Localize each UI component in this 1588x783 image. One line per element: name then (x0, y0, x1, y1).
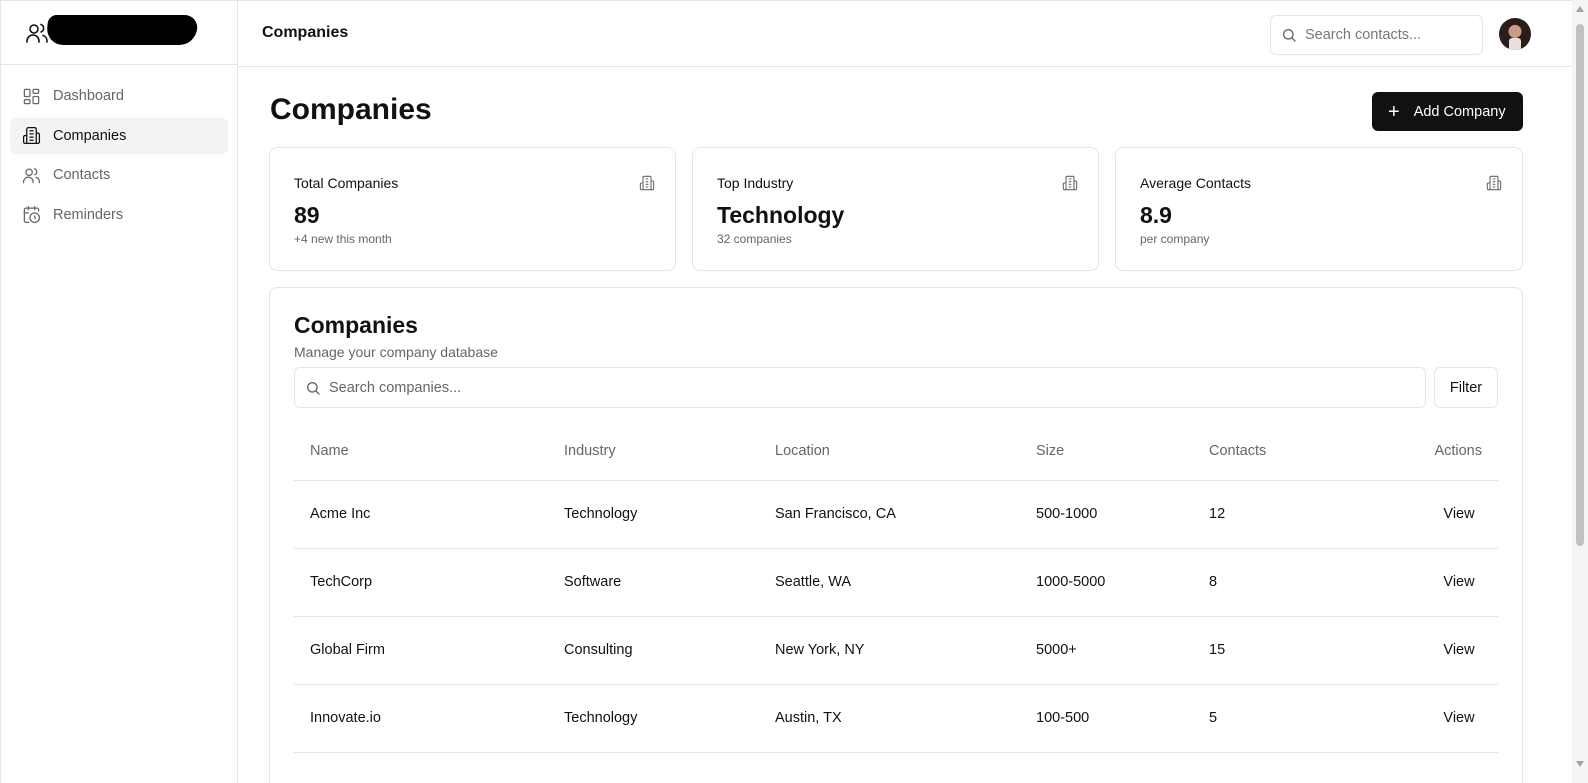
stat-subtext: +4 new this month (294, 232, 392, 246)
cell-actions: View (1343, 480, 1498, 549)
stat-value: 8.9 (1140, 202, 1172, 228)
redacted-app-name (45, 15, 199, 45)
stat-subtext: 32 companies (717, 232, 792, 246)
company-search-input[interactable] (329, 379, 1329, 396)
sidebar-item-reminders[interactable]: Reminders (10, 197, 228, 233)
page-scrollbar[interactable] (1572, 0, 1588, 783)
cell-industry: Consulting (548, 616, 759, 685)
scroll-up-arrow-icon[interactable] (1576, 6, 1584, 12)
calendar-clock-icon (23, 205, 41, 224)
topbar: Companies (238, 1, 1572, 67)
cell-size: 100-500 (1020, 684, 1193, 753)
stat-card-total-companies: Total Companies 89 +4 new this month (269, 147, 676, 271)
building-icon (22, 126, 41, 145)
cell-location: San Francisco, CA (759, 480, 1020, 549)
user-avatar[interactable] (1499, 18, 1531, 50)
column-header-name[interactable]: Name (294, 422, 548, 481)
contact-search-box[interactable] (1270, 15, 1483, 55)
cell-actions: View (1343, 548, 1498, 617)
cell-industry: Technology (548, 480, 759, 549)
sidebar-item-contacts[interactable]: Contacts (10, 157, 228, 193)
stat-label: Average Contacts (1140, 175, 1252, 191)
sidebar-item-label: Companies (53, 127, 127, 144)
add-company-label: Add Company (1413, 103, 1506, 120)
cell-actions: View (1343, 684, 1498, 753)
building-icon (1486, 175, 1502, 191)
sidebar-item-label: Dashboard (53, 88, 124, 104)
cell-size: 5000+ (1020, 616, 1193, 685)
table-row[interactable]: TechCorp Software Seattle, WA 1000-5000 … (294, 548, 1498, 617)
topbar-title: Companies (262, 24, 349, 41)
add-company-button[interactable]: + Add Company (1372, 92, 1523, 131)
column-header-contacts[interactable]: Contacts (1193, 422, 1343, 481)
stat-card-average-contacts: Average Contacts 8.9 per company (1115, 147, 1523, 271)
sidebar-header (1, 1, 237, 65)
page-title: Companies (270, 93, 432, 126)
app-window: Dashboard Companies Contacts Reminders C… (0, 0, 1572, 783)
companies-table-card: Companies Manage your company database F… (269, 287, 1523, 783)
sidebar: Dashboard Companies Contacts Reminders (0, 1, 238, 783)
building-icon (1062, 175, 1078, 191)
scrollbar-thumb[interactable] (1576, 24, 1584, 546)
view-button[interactable]: View (1436, 642, 1482, 658)
table-row[interactable]: Innovate.io Technology Austin, TX 100-50… (294, 684, 1498, 753)
cell-actions: View (1343, 616, 1498, 685)
view-button[interactable]: View (1436, 710, 1482, 726)
column-header-actions: Actions (1343, 422, 1498, 481)
stat-value: 89 (294, 202, 320, 228)
company-search-box[interactable] (294, 367, 1426, 408)
view-button[interactable]: View (1436, 506, 1482, 522)
cell-size: 1000-5000 (1020, 548, 1193, 617)
column-header-industry[interactable]: Industry (548, 422, 759, 481)
stat-value: Technology (717, 202, 845, 228)
search-icon (1283, 29, 1296, 42)
users-logo-icon (26, 23, 48, 43)
table-header-row: Name Industry Location Size Contacts Act… (294, 422, 1498, 481)
table-row[interactable]: Global Firm Consulting New York, NY 5000… (294, 616, 1498, 685)
table-row[interactable]: Acme Inc Technology San Francisco, CA 50… (294, 480, 1498, 549)
cell-name: Acme Inc (294, 480, 548, 549)
table-card-subtitle: Manage your company database (294, 344, 498, 360)
stat-card-top-industry: Top Industry Technology 32 companies (692, 147, 1099, 271)
search-icon (307, 381, 320, 395)
sidebar-item-companies[interactable]: Companies (10, 117, 228, 154)
cell-location: New York, NY (759, 616, 1020, 685)
dashboard-icon (23, 88, 40, 104)
filter-button[interactable]: Filter (1434, 367, 1498, 408)
cell-contacts: 15 (1193, 616, 1343, 685)
stat-label: Top Industry (717, 175, 794, 191)
cell-contacts: 8 (1193, 548, 1343, 617)
cell-location: Seattle, WA (759, 548, 1020, 617)
companies-table: Name Industry Location Size Contacts Act… (294, 422, 1498, 753)
cell-industry: Technology (548, 684, 759, 753)
column-header-location[interactable]: Location (759, 422, 1020, 481)
cell-contacts: 12 (1193, 480, 1343, 549)
cell-name: Global Firm (294, 616, 548, 685)
stat-label: Total Companies (294, 175, 399, 191)
cell-contacts: 5 (1193, 684, 1343, 753)
cell-name: Innovate.io (294, 684, 548, 753)
sidebar-item-label: Reminders (53, 206, 124, 223)
view-button[interactable]: View (1436, 574, 1482, 590)
cell-location: Austin, TX (759, 684, 1020, 753)
sidebar-item-dashboard[interactable]: Dashboard (10, 78, 228, 114)
contact-search-input[interactable] (1305, 27, 1475, 43)
cell-industry: Software (548, 548, 759, 617)
cell-name: TechCorp (294, 548, 548, 617)
building-icon (639, 175, 655, 191)
sidebar-nav: Dashboard Companies Contacts Reminders (1, 65, 237, 249)
sidebar-item-label: Contacts (53, 167, 111, 183)
cell-size: 500-1000 (1020, 480, 1193, 549)
table-card-title: Companies (294, 312, 418, 338)
main-content: Companies + Add Company Total Companies … (238, 67, 1572, 783)
scroll-down-arrow-icon[interactable] (1576, 761, 1584, 767)
users-icon (22, 167, 41, 183)
stat-subtext: per company (1140, 232, 1210, 246)
column-header-size[interactable]: Size (1020, 422, 1193, 481)
plus-icon: + (1388, 100, 1400, 123)
